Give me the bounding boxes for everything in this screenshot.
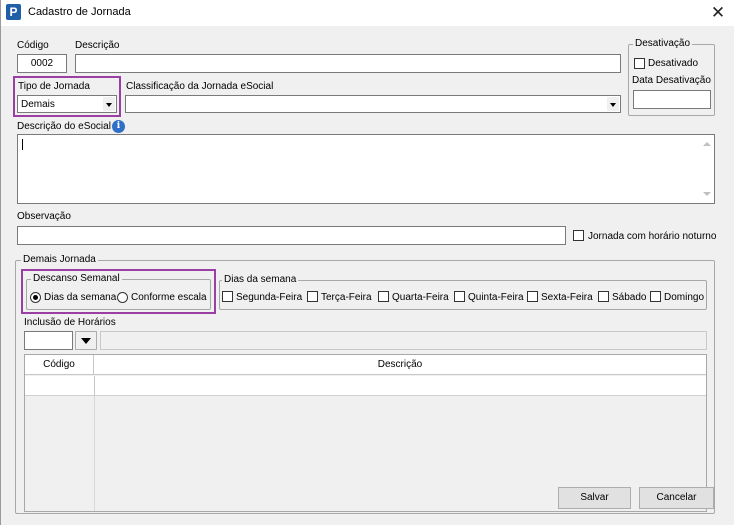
classificacao-label: Classificação da Jornada eSocial	[126, 81, 274, 92]
text-cursor	[22, 139, 23, 150]
dias-semana-title: Dias da semana	[222, 274, 299, 285]
observacao-label: Observação	[17, 211, 71, 222]
dialog-window: P Cadastro de Jornada ✕ Código 0002 Desc…	[0, 0, 734, 525]
chevron-down-icon	[81, 338, 91, 344]
save-button[interactable]: Salvar	[558, 487, 631, 509]
checkbox-quinta[interactable]	[454, 291, 465, 302]
descricao-value	[76, 55, 620, 58]
inclusao-label: Inclusão de Horários	[24, 317, 116, 328]
observacao-field[interactable]	[17, 226, 566, 245]
textarea-scrollbar[interactable]	[700, 135, 714, 203]
title-bar: P Cadastro de Jornada ✕	[1, 0, 734, 26]
radio-dias-da-semana-label: Dias da semana	[44, 292, 117, 303]
demais-jornada-group-title: Demais Jornada	[21, 254, 98, 265]
scroll-down-icon[interactable]	[703, 192, 711, 196]
descricao-label: Descrição	[75, 40, 120, 51]
label-segunda: Segunda-Feira	[236, 292, 303, 303]
grid-header-descricao[interactable]: Descrição	[94, 355, 706, 375]
label-quarta: Quarta-Feira	[392, 292, 449, 303]
desativacao-group-title: Desativação	[633, 38, 693, 49]
checkbox-quarta[interactable]	[378, 291, 389, 302]
grid-column-divider	[94, 376, 95, 396]
desativado-label: Desativado	[648, 58, 699, 69]
label-quinta: Quinta-Feira	[468, 292, 524, 303]
horario-code-field[interactable]	[24, 331, 73, 350]
tipo-jornada-label: Tipo de Jornada	[18, 81, 90, 92]
horario-dropdown-button[interactable]	[75, 331, 97, 350]
checkbox-sabado[interactable]	[598, 291, 609, 302]
grid-column-divider	[94, 396, 95, 511]
grid-header-row: Código Descrição	[25, 355, 706, 375]
tipo-jornada-select[interactable]: Demais	[17, 95, 117, 113]
data-desativacao-label: Data Desativação	[632, 75, 711, 86]
label-terca: Terça-Feira	[321, 292, 372, 303]
descricao-esocial-textarea[interactable]	[17, 134, 715, 204]
horario-description-field	[100, 331, 707, 350]
label-sabado: Sábado	[612, 292, 647, 303]
window-title: Cadastro de Jornada	[28, 6, 131, 18]
chevron-down-icon[interactable]	[103, 97, 115, 111]
data-desativacao-field[interactable]	[633, 90, 711, 109]
app-p-icon: P	[6, 4, 21, 20]
radio-dias-da-semana[interactable]	[30, 292, 41, 303]
info-icon[interactable]: i	[112, 120, 125, 133]
table-row[interactable]	[25, 376, 706, 396]
grid-header-codigo[interactable]: Código	[25, 355, 94, 375]
noturno-checkbox[interactable]	[573, 230, 584, 241]
classificacao-select[interactable]	[125, 95, 621, 113]
codigo-value: 0002	[30, 58, 54, 69]
scroll-up-icon[interactable]	[703, 142, 711, 146]
checkbox-domingo[interactable]	[650, 291, 661, 302]
radio-conforme-escala-label: Conforme escala	[131, 292, 207, 303]
desativado-checkbox[interactable]	[634, 58, 645, 69]
tipo-jornada-value: Demais	[21, 99, 55, 110]
observacao-value	[18, 227, 565, 230]
checkbox-sexta[interactable]	[527, 291, 538, 302]
data-desativacao-value	[634, 91, 710, 94]
cancel-button[interactable]: Cancelar	[639, 487, 714, 509]
codigo-field[interactable]: 0002	[17, 54, 67, 73]
checkbox-segunda[interactable]	[222, 291, 233, 302]
label-sexta: Sexta-Feira	[541, 292, 593, 303]
radio-conforme-escala[interactable]	[117, 292, 128, 303]
close-icon[interactable]: ✕	[704, 1, 732, 24]
chevron-down-icon[interactable]	[607, 97, 619, 111]
descricao-field[interactable]	[75, 54, 621, 73]
descanso-semanal-title: Descanso Semanal	[31, 273, 122, 284]
classificacao-value	[126, 96, 620, 99]
codigo-label: Código	[17, 40, 49, 51]
label-domingo: Domingo	[664, 292, 705, 303]
checkbox-terca[interactable]	[307, 291, 318, 302]
descricao-esocial-label: Descrição do eSocial	[17, 121, 111, 132]
noturno-label: Jornada com horário noturno	[588, 231, 717, 242]
